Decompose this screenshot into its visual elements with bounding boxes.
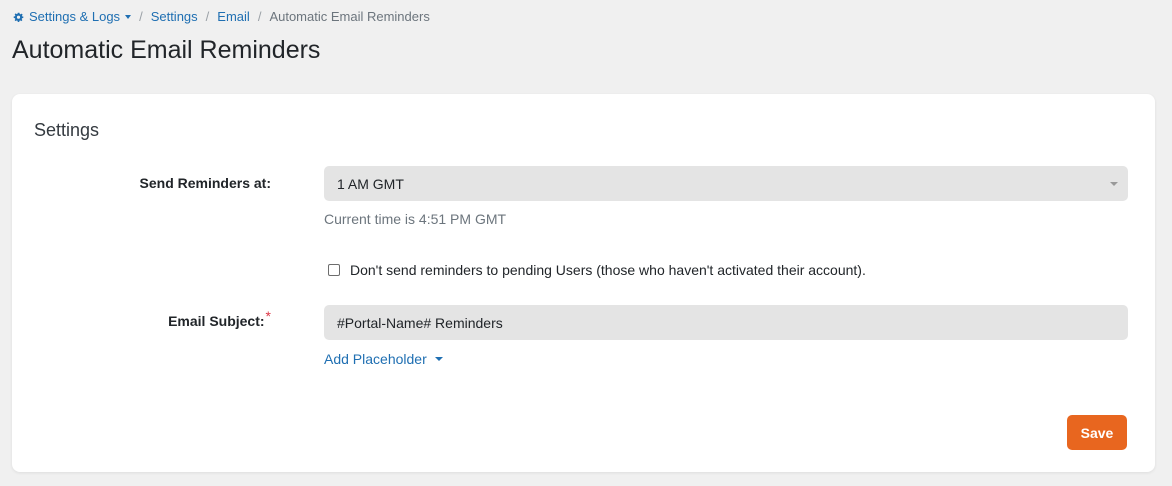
settings-card: Settings Send Reminders at: 1 AM GMT Cur… bbox=[12, 94, 1155, 472]
pending-users-option[interactable]: Don't send reminders to pending Users (t… bbox=[328, 262, 866, 278]
send-reminders-value: 1 AM GMT bbox=[337, 175, 404, 192]
breadcrumb-current: Automatic Email Reminders bbox=[269, 9, 430, 24]
send-reminders-label: Send Reminders at: bbox=[139, 175, 271, 191]
breadcrumb-settings[interactable]: Settings bbox=[151, 9, 198, 25]
add-placeholder-dropdown[interactable]: Add Placeholder bbox=[324, 351, 443, 367]
send-reminders-select[interactable]: 1 AM GMT bbox=[324, 166, 1128, 201]
add-placeholder-label: Add Placeholder bbox=[324, 351, 427, 367]
chevron-down-icon bbox=[125, 15, 132, 19]
breadcrumb: Settings & Logs / Settings / Email / Aut… bbox=[13, 9, 430, 25]
breadcrumb-email[interactable]: Email bbox=[217, 9, 250, 25]
gear-icon bbox=[13, 12, 24, 22]
card-title: Settings bbox=[34, 120, 100, 140]
email-subject-field[interactable]: #Portal-Name# Reminders bbox=[324, 305, 1128, 340]
pending-users-checkbox[interactable] bbox=[328, 264, 340, 276]
breadcrumb-root-label: Settings & Logs bbox=[29, 9, 121, 24]
required-marker: * bbox=[265, 308, 271, 324]
save-button[interactable]: Save bbox=[1067, 415, 1127, 450]
email-subject-label: Email Subject:* bbox=[12, 308, 271, 329]
email-subject-label-text: Email Subject: bbox=[168, 313, 265, 329]
breadcrumb-separator: / bbox=[205, 9, 210, 24]
pending-users-label: Don't send reminders to pending Users (t… bbox=[350, 262, 866, 278]
current-time-help: Current time is 4:51 PM GMT bbox=[324, 211, 507, 227]
page-title: Automatic Email Reminders bbox=[12, 36, 321, 64]
caret-down-icon bbox=[434, 357, 443, 361]
breadcrumb-settings-logs[interactable]: Settings & Logs bbox=[13, 9, 132, 25]
dropdown-arrow-icon bbox=[1110, 182, 1118, 186]
breadcrumb-separator: / bbox=[257, 9, 262, 24]
breadcrumb-separator: / bbox=[139, 9, 143, 24]
email-subject-value: #Portal-Name# Reminders bbox=[337, 314, 503, 331]
